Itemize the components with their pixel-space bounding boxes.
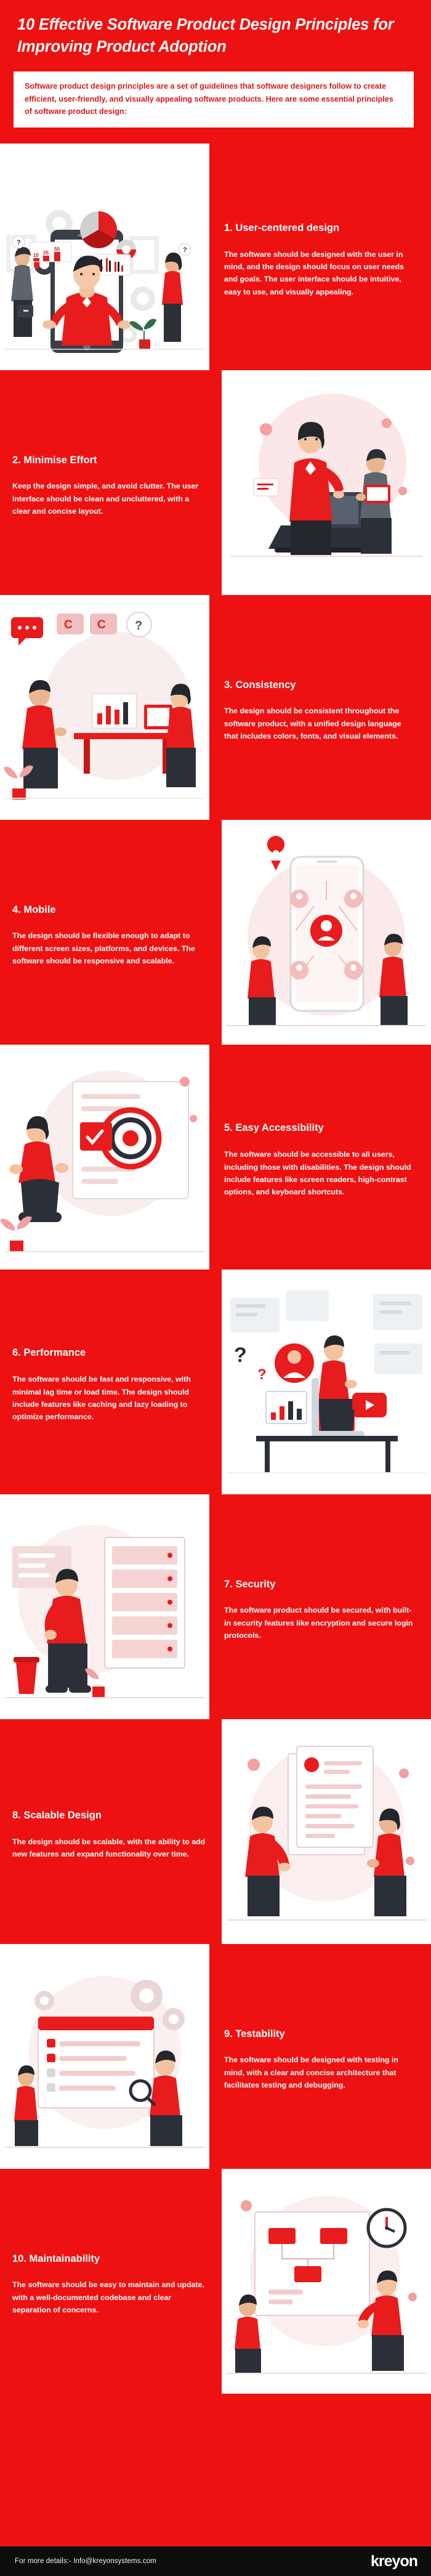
illustration-mobile <box>222 819 431 1045</box>
principle-title: 3. Consistency <box>224 679 296 691</box>
principle-title: 9. Testability <box>224 2028 285 2039</box>
principle-title: 1. User-centered design <box>224 222 340 233</box>
svg-text:?: ? <box>135 619 142 633</box>
footer-contact[interactable]: For more details:- Info@kreyonsystems.co… <box>15 2558 156 2565</box>
illustration-maintainability <box>222 2168 431 2394</box>
principle-row: 5. Easy Accessibility The software shoul… <box>0 1044 431 1270</box>
illustration-security <box>0 1494 209 1719</box>
intro-text: Software product design principles are a… <box>25 82 393 116</box>
illustration-scalable-design <box>222 1719 431 1944</box>
principle-body: Keep the design simple, and avoid clutte… <box>12 482 199 516</box>
principle-body: The software should be fast and responsi… <box>12 1375 191 1422</box>
principle-copy: 8. Scalable Design The design should be … <box>0 1719 222 1944</box>
principle-body: The design should be flexible enough to … <box>12 931 195 966</box>
principle-copy: 10. Maintainability The software should … <box>0 2168 222 2394</box>
principle-copy: 6. Performance The software should be fa… <box>0 1269 222 1494</box>
principle-title: 8. Scalable Design <box>12 1809 102 1821</box>
svg-text:C: C <box>97 618 106 631</box>
svg-text:?: ? <box>234 1343 247 1367</box>
illustration-easy-accessibility <box>0 1044 209 1270</box>
principle-copy: 4. Mobile The design should be flexible … <box>0 819 222 1045</box>
principle-title: 10. Maintainability <box>12 2253 100 2264</box>
principle-copy: 5. Easy Accessibility The software shoul… <box>209 1044 431 1270</box>
illustration-performance: ? ? <box>222 1269 431 1494</box>
principle-body: The software product should be secured, … <box>224 1606 413 1640</box>
principle-body: The software should be accessible to all… <box>224 1150 411 1197</box>
intro-box: Software product design principles are a… <box>14 71 414 128</box>
svg-text:10: 10 <box>33 253 39 258</box>
principle-body: The design should be scalable, with the … <box>12 1837 206 1858</box>
svg-text:25: 25 <box>43 250 49 256</box>
principle-body: The software should be designed with the… <box>224 249 404 296</box>
svg-text:?: ? <box>257 1366 267 1383</box>
principle-row: 2. Minimise Effort Keep the design simpl… <box>0 370 431 595</box>
illustration-testability <box>0 1943 209 2169</box>
principle-copy: 9. Testability The software should be de… <box>209 1943 431 2169</box>
principle-body: The software should be easy to maintain … <box>12 2280 204 2315</box>
principle-row: 10 25 50 ? ? 1. User-centered design The… <box>0 143 431 370</box>
illustration-minimise-effort <box>222 370 431 595</box>
principle-row: 9. Testability The software should be de… <box>0 1943 431 2169</box>
principle-title: 5. Easy Accessibility <box>224 1122 324 1134</box>
header: 10 Effective Software Product Design Pri… <box>0 0 431 58</box>
svg-text:?: ? <box>183 246 187 254</box>
svg-text:50: 50 <box>54 246 60 252</box>
infographic-page: 10 Effective Software Product Design Pri… <box>0 0 431 2576</box>
principle-copy: 1. User-centered design The software sho… <box>209 143 431 370</box>
principle-row: 7. Security The software product should … <box>0 1494 431 1719</box>
illustration-user-centered-design: 10 25 50 ? ? <box>0 143 209 370</box>
principle-row: 4. Mobile The design should be flexible … <box>0 819 431 1045</box>
svg-text:?: ? <box>17 239 21 246</box>
page-title: 10 Effective Software Product Design Pri… <box>17 16 394 56</box>
principle-body: The design should be consistent througho… <box>224 707 401 741</box>
principle-row: 10. Maintainability The software should … <box>0 2168 431 2394</box>
principle-title: 4. Mobile <box>12 904 56 915</box>
principle-row: C C ? 3. Consistency The design should b… <box>0 594 431 820</box>
principle-copy: 3. Consistency The design should be cons… <box>209 594 431 820</box>
principle-copy: 7. Security The software product should … <box>209 1494 431 1719</box>
kreyon-logo: kreyon <box>371 2552 418 2570</box>
principle-copy: 2. Minimise Effort Keep the design simpl… <box>0 370 222 595</box>
svg-text:C: C <box>64 618 73 631</box>
illustration-consistency: C C ? <box>0 594 209 820</box>
principle-body: The software should be designed with tes… <box>224 2056 398 2090</box>
principle-row: ? ? 6. Performance The software should b… <box>0 1269 431 1494</box>
principle-row: 8. Scalable Design The design should be … <box>0 1719 431 1944</box>
footer: For more details:- Info@kreyonsystems.co… <box>0 2546 431 2576</box>
principle-title: 6. Performance <box>12 1347 86 1359</box>
principle-title: 2. Minimise Effort <box>12 454 97 466</box>
principle-title: 7. Security <box>224 1578 276 1590</box>
